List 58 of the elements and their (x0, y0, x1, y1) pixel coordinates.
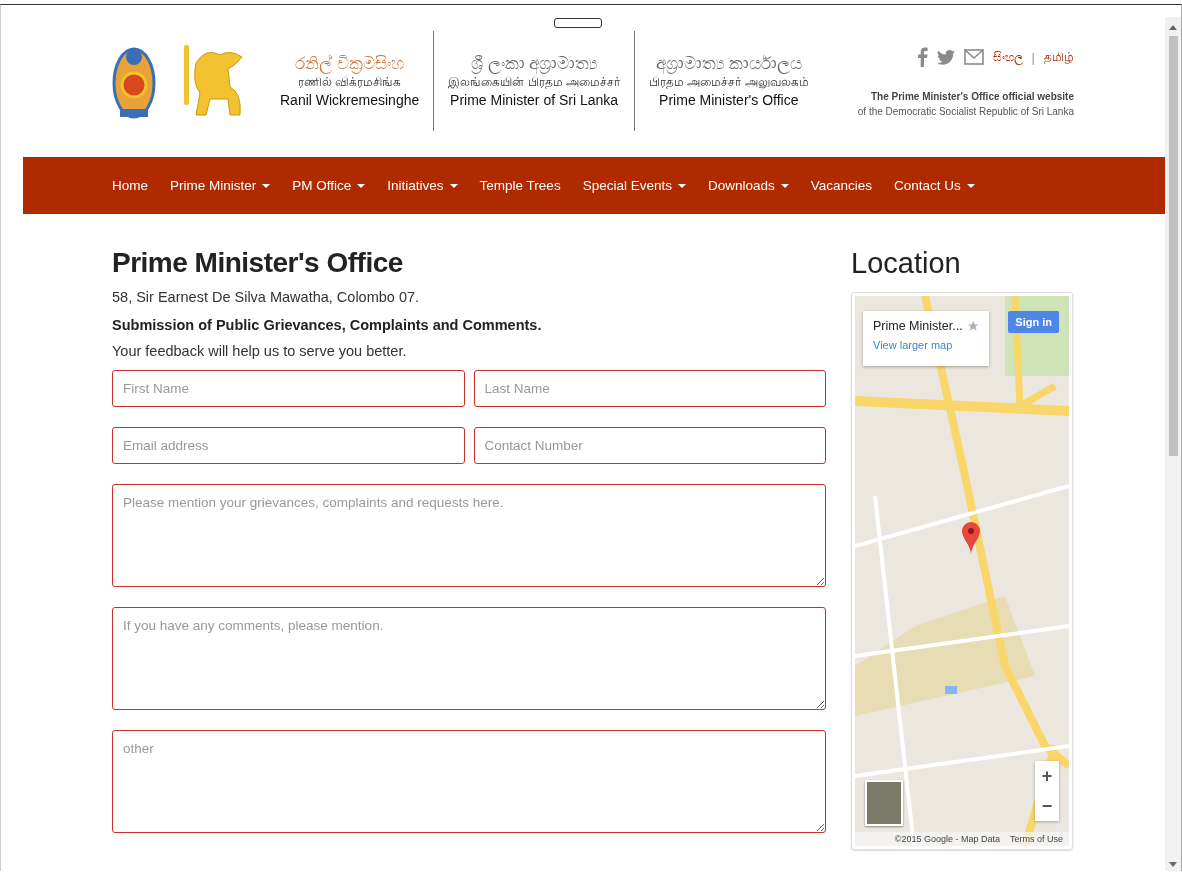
sidebar-title: Location (851, 247, 962, 280)
caret-icon (966, 183, 975, 188)
nav-item[interactable]: Contact Us (894, 178, 975, 193)
brand-text: ශ්‍රී ලංකා අග්‍රාමාත්‍ය (470, 53, 598, 76)
view-larger-map-link[interactable]: View larger map (873, 339, 979, 351)
subtagline: of the Democratic Socialist Republic of Sri Lanka (857, 106, 1074, 117)
facebook-icon[interactable] (917, 47, 928, 67)
nav-item[interactable]: Temple Trees (479, 178, 561, 193)
text-area[interactable]: Please mention your grievances, complaints and requests here. (112, 484, 826, 587)
caret-icon (449, 183, 458, 188)
brand-text: Prime Minister's Office (659, 90, 799, 109)
nav-item[interactable]: PM Office (292, 178, 366, 193)
input-field[interactable]: First Name (112, 370, 465, 407)
section-heading: Submission of Public Grievances, Complaints and Comments. (112, 317, 543, 333)
nav-item[interactable]: Home (112, 178, 148, 193)
caret-icon (677, 183, 686, 188)
scroll-up-icon[interactable] (1169, 25, 1177, 30)
mail-icon[interactable] (963, 49, 984, 65)
input-field[interactable]: Contact Number (473, 427, 826, 464)
address-text: 58, Sir Earnest De Silva Mawatha, Colombo 07. (112, 289, 421, 305)
nav-item[interactable]: Downloads (707, 178, 789, 193)
tagline: The Prime Minister's Office official website (871, 91, 1074, 102)
brand-text: Prime Minister of Sri Lanka (450, 90, 619, 109)
caret-icon (780, 183, 789, 188)
nav-item[interactable]: Special Events (582, 178, 686, 193)
input-field[interactable]: Last Name (473, 370, 826, 407)
satellite-thumbnail[interactable] (865, 780, 903, 826)
twitter-icon[interactable] (936, 49, 955, 65)
divider-text: | (1031, 49, 1035, 65)
map-attribution: ©2015 Google - Map Data (894, 834, 1000, 844)
text-area[interactable]: other (112, 730, 826, 833)
input-field[interactable]: Email address (112, 427, 465, 464)
text-area[interactable]: If you have any comments, please mention. (112, 607, 826, 710)
language-link[interactable]: සිංහල (992, 50, 1023, 64)
sign-in-button[interactable]: Sign in (1008, 311, 1059, 333)
caret-icon (357, 183, 366, 188)
intro-text: Your feedback will help us to serve you better. (112, 343, 408, 359)
brand-text: Ranil Wickremesinghe (280, 90, 420, 109)
scroll-thumb[interactable] (1168, 36, 1178, 456)
nav-item[interactable]: Prime Minister (170, 178, 271, 193)
brand-text: பிரதம அமைச்சர் அலுவலகம் (648, 75, 809, 91)
language-link[interactable]: தமிழ் (1044, 49, 1074, 65)
window-handle (554, 18, 602, 28)
scroll-down-icon[interactable] (1169, 862, 1177, 867)
brand-text: අග්‍රාමාත්‍ය කාර්යාලය (655, 53, 802, 76)
zoom-out-button[interactable]: − (1035, 791, 1059, 821)
nav-item[interactable]: Vacancies (810, 178, 873, 193)
place-name: Prime Minister... (873, 319, 963, 333)
brand-text: இலங்கையின் பிரதம அமைச்சர் (448, 75, 620, 91)
terms-link[interactable]: Terms of Use (1010, 834, 1063, 844)
nav-item[interactable]: Initiatives (387, 178, 458, 193)
star-icon[interactable] (966, 319, 979, 333)
zoom-in-button[interactable]: + (1035, 761, 1059, 791)
brand-text: රනිල් වික්‍රමසිංහ (295, 53, 404, 76)
caret-icon (262, 183, 271, 188)
scrollbar[interactable] (1165, 17, 1181, 871)
page-title: Prime Minister's Office (112, 247, 404, 279)
brand-text: ரணில் விக்ரமசிங்க (297, 75, 402, 91)
